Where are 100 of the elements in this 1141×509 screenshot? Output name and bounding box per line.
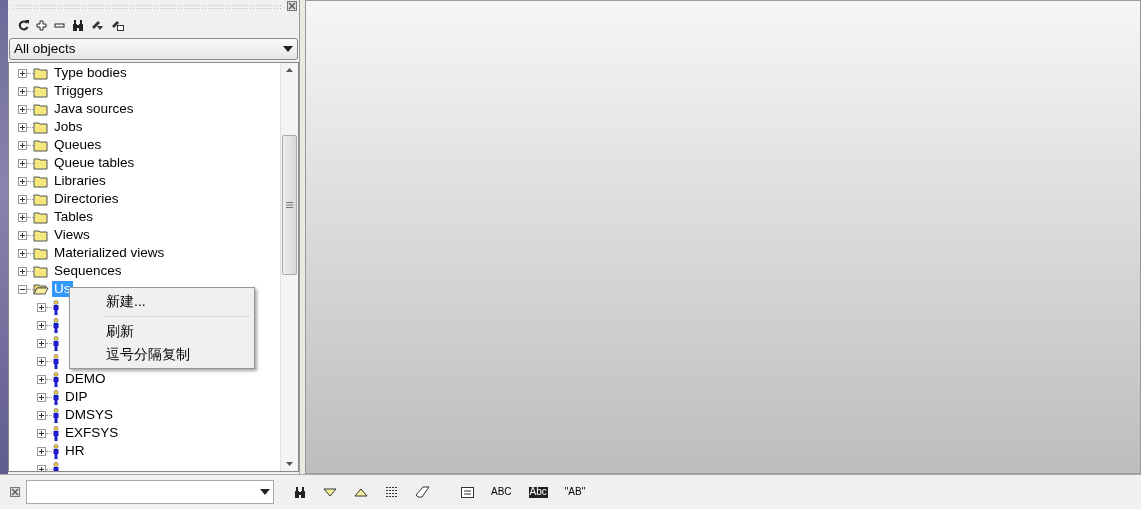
expand-toggle[interactable] — [18, 194, 27, 204]
user-icon — [52, 335, 60, 351]
menu-item[interactable]: 新建... — [72, 290, 252, 313]
expand-toggle[interactable] — [37, 302, 46, 312]
expand-toggle[interactable] — [37, 356, 46, 366]
expand-toggle[interactable] — [18, 266, 27, 276]
tree-item[interactable]: Directories — [52, 191, 121, 207]
menu-item[interactable]: 刷新 — [72, 320, 252, 343]
user-icon — [52, 317, 60, 333]
plus-icon — [19, 87, 26, 95]
plus-icon — [38, 375, 45, 383]
expand-toggle[interactable] — [18, 230, 27, 240]
folder-icon — [33, 174, 49, 188]
toggle-button[interactable]: "AB" — [564, 482, 586, 502]
tree-item[interactable]: DIP — [63, 389, 90, 405]
expand-toggle[interactable] — [18, 122, 27, 132]
expand-toggle[interactable] — [18, 68, 27, 78]
expand-toggle[interactable] — [37, 428, 46, 438]
plus-icon — [19, 123, 26, 131]
caret-icon — [260, 489, 270, 495]
folder-icon — [33, 102, 49, 116]
expand-toggle[interactable] — [37, 410, 46, 420]
expand-toggle[interactable] — [18, 86, 27, 96]
tree-item[interactable]: Triggers — [52, 83, 105, 99]
tree-item[interactable]: Java sources — [52, 101, 136, 117]
close-icon[interactable] — [10, 487, 20, 497]
close-icon[interactable] — [287, 1, 297, 11]
scrollbar-thumb[interactable] — [282, 135, 297, 275]
expand-toggle[interactable] — [18, 158, 27, 168]
folder-icon — [33, 156, 49, 170]
plus-icon — [19, 267, 26, 275]
tree-item[interactable]: DMSYS — [63, 407, 115, 423]
tree-item[interactable]: DEMO — [63, 371, 108, 387]
tree-item[interactable]: Views — [52, 227, 92, 243]
highlight-all-icon — [385, 486, 398, 498]
expand-toggle[interactable] — [18, 212, 27, 222]
expand-toggle[interactable] — [37, 464, 46, 471]
folder-icon — [33, 246, 49, 260]
plus-icon — [19, 105, 26, 113]
expand-toggle[interactable] — [18, 248, 27, 258]
folder-icon — [33, 210, 49, 224]
expand-toggle[interactable] — [37, 338, 46, 348]
add-icon — [36, 19, 47, 31]
folder-icon — [33, 66, 49, 80]
refresh-icon — [18, 19, 29, 31]
toggle-button[interactable]: ABC — [491, 482, 512, 502]
expand-toggle[interactable] — [18, 104, 27, 114]
tree-item[interactable]: Queues — [52, 137, 104, 153]
find-icon — [294, 486, 306, 498]
find-next-icon — [323, 487, 337, 497]
tree-item[interactable]: Libraries — [52, 173, 108, 189]
folder-icon — [33, 228, 49, 242]
tree-item[interactable]: Materialized views — [52, 245, 167, 261]
plus-icon — [19, 231, 26, 239]
expand-toggle[interactable] — [37, 320, 46, 330]
user-icon — [52, 389, 60, 405]
find-previous-icon — [354, 487, 368, 497]
tree-item[interactable]: EXFSYS — [63, 425, 121, 441]
collapse-toggle[interactable] — [18, 284, 27, 294]
caret-icon — [283, 46, 293, 52]
tree-item[interactable]: HR — [63, 443, 87, 459]
plus-icon — [38, 465, 45, 471]
tree-item[interactable]: Tables — [52, 209, 96, 225]
plus-icon — [19, 159, 26, 167]
expand-toggle[interactable] — [37, 374, 46, 384]
object-filter-dropdown[interactable]: All objects — [9, 38, 298, 60]
expand-toggle[interactable] — [18, 140, 27, 150]
plus-icon — [38, 339, 45, 347]
plus-icon — [38, 411, 45, 419]
folder-icon — [33, 84, 49, 98]
plus-icon — [19, 213, 26, 221]
folder-icon — [33, 264, 49, 278]
user-icon — [52, 299, 60, 315]
find-icon — [72, 19, 84, 31]
tree-item[interactable]: Jobs — [52, 119, 85, 135]
tree-item[interactable]: Sequences — [52, 263, 124, 279]
toggle-button[interactable]: Abc — [528, 486, 548, 498]
plus-icon — [38, 429, 45, 437]
user-icon — [52, 371, 60, 387]
plus-icon — [38, 447, 45, 455]
plus-icon — [19, 249, 26, 257]
eraser-icon — [415, 486, 430, 498]
plus-icon — [19, 141, 26, 149]
plus-icon — [19, 195, 26, 203]
plus-icon — [38, 321, 45, 329]
expand-toggle[interactable] — [18, 176, 27, 186]
expand-toggle[interactable] — [37, 392, 46, 402]
user-icon — [52, 353, 60, 369]
menu-item[interactable]: 逗号分隔复制 — [72, 343, 252, 366]
tree-item[interactable]: Type bodies — [52, 65, 129, 81]
tree-item[interactable]: Queue tables — [52, 155, 137, 171]
expand-toggle[interactable] — [37, 446, 46, 456]
plus-icon — [19, 177, 26, 185]
plus-icon — [38, 393, 45, 401]
folder-icon — [33, 282, 49, 296]
plus-icon — [38, 303, 45, 311]
user-icon — [52, 407, 60, 423]
folder-icon — [33, 120, 49, 134]
user-icon — [52, 425, 60, 441]
search-field[interactable] — [26, 480, 274, 504]
